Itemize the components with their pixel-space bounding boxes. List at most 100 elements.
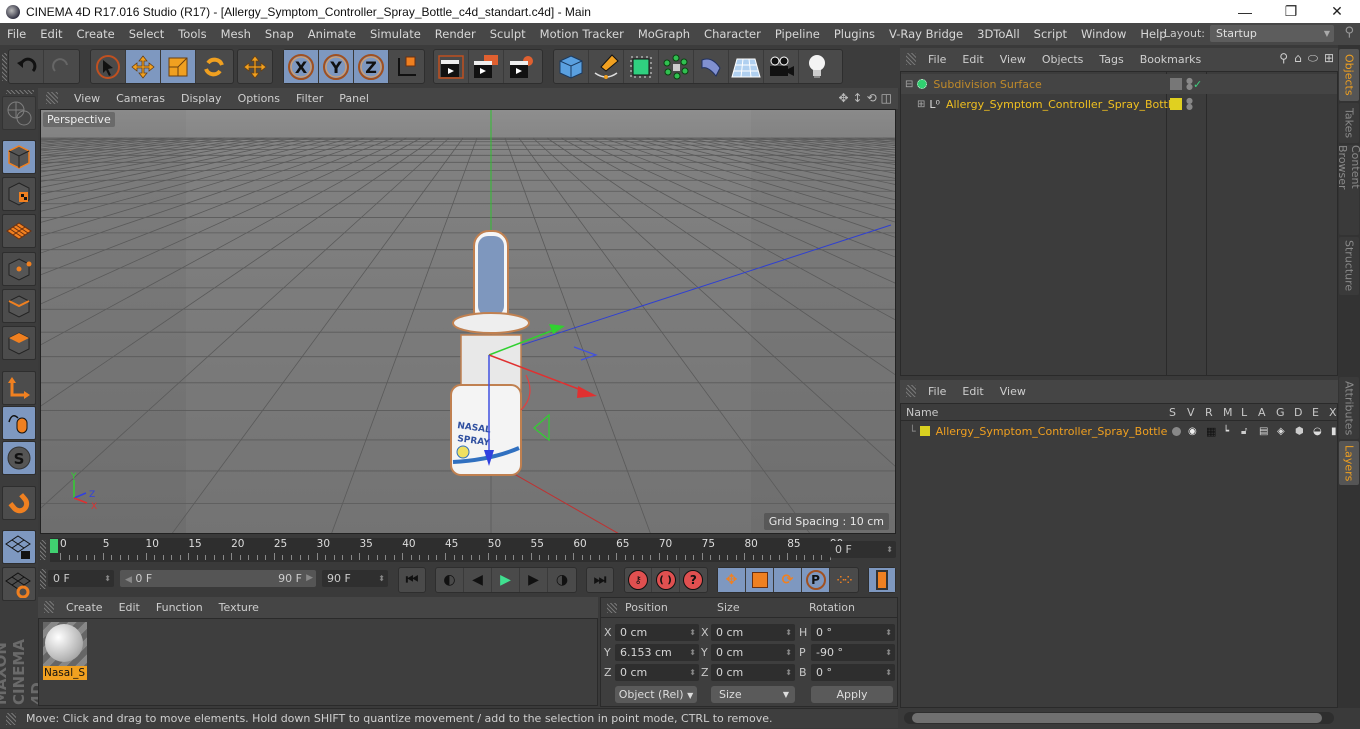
tab-attributes[interactable]: Attributes	[1339, 377, 1359, 439]
tab-content-browser[interactable]: Content Browser	[1336, 145, 1360, 235]
object-manager-grip[interactable]	[906, 53, 916, 65]
rotation-p-field[interactable]: -90 ° ⬍	[811, 644, 895, 661]
subdivision-icon[interactable]	[624, 50, 659, 83]
lock-workplane-icon[interactable]	[2, 530, 36, 564]
viewport-menu-view[interactable]: View	[66, 92, 108, 105]
menu-select[interactable]: Select	[122, 27, 171, 41]
key-scale-icon[interactable]	[746, 568, 774, 592]
zoom-view-icon[interactable]: ↕	[853, 91, 863, 105]
playback-grip[interactable]	[40, 569, 46, 589]
render-view-icon[interactable]	[434, 50, 469, 83]
playhead[interactable]	[50, 539, 58, 553]
toolbar-grip[interactable]	[2, 53, 7, 81]
objects-menu-objects[interactable]: Objects	[1034, 53, 1092, 66]
editor-render-toggle-icon[interactable]	[1170, 78, 1182, 90]
tweak-mode-icon[interactable]	[2, 406, 36, 440]
layer-horizontal-scrollbar[interactable]	[904, 712, 1334, 724]
column-xrefs[interactable]: X	[1329, 406, 1337, 419]
key-position-icon[interactable]: ✥	[718, 568, 746, 592]
model-mode-icon[interactable]	[2, 140, 36, 174]
layer-color-swatch[interactable]	[919, 426, 930, 436]
coordinate-system-icon[interactable]	[389, 50, 424, 83]
apply-button[interactable]: Apply	[811, 686, 893, 703]
home-icon[interactable]: ⌂	[1294, 51, 1302, 66]
viewport-menu-display[interactable]: Display	[173, 92, 230, 105]
goto-start-icon[interactable]: ⏮	[399, 568, 425, 592]
column-generators[interactable]: G	[1276, 406, 1285, 419]
light-icon[interactable]	[799, 50, 834, 83]
collapse-icon[interactable]: ⊟	[905, 79, 913, 90]
menu-character[interactable]: Character	[697, 27, 768, 41]
y-axis-icon[interactable]: Y	[319, 50, 354, 83]
magnet-icon[interactable]	[2, 486, 36, 520]
start-frame-field[interactable]: 0 F ⬍	[48, 570, 114, 587]
maximize-button[interactable]: ❐	[1268, 0, 1314, 23]
key-parameter-icon[interactable]: P	[802, 568, 830, 592]
position-z-field[interactable]: 0 cm ⬍	[615, 664, 699, 681]
object-row[interactable]: ⊟ Subdivision Surface ● ● ✓	[901, 74, 1337, 94]
menu-pipeline[interactable]: Pipeline	[768, 27, 827, 41]
workplane-mode-icon[interactable]	[2, 214, 36, 248]
material-menu-edit[interactable]: Edit	[111, 601, 148, 614]
menu-render[interactable]: Render	[428, 27, 483, 41]
objects-menu-tags[interactable]: Tags	[1091, 53, 1131, 66]
floor-icon[interactable]	[729, 50, 764, 83]
previous-frame-icon[interactable]: ◀	[464, 568, 492, 592]
timeline-ruler[interactable]: 051015202530354045505560657075808590	[50, 538, 843, 562]
enabled-check-icon[interactable]: ✓	[1193, 78, 1202, 91]
camera-label[interactable]: Perspective	[43, 112, 115, 127]
snap-icon[interactable]: S	[2, 441, 36, 475]
menu-motion-tracker[interactable]: Motion Tracker	[533, 27, 631, 41]
size-x-field[interactable]: 0 cm ⬍	[711, 624, 795, 641]
material-thumbnail[interactable]	[43, 622, 87, 666]
hide-icon[interactable]: ⬭	[1308, 51, 1318, 66]
live-selection-icon[interactable]	[91, 50, 126, 83]
new-view-icon[interactable]: ⊞	[1324, 51, 1334, 66]
render-clapper-icon[interactable]: ▦	[1206, 425, 1216, 438]
layout-dropdown[interactable]: Startup	[1210, 25, 1334, 42]
xrefs-icon[interactable]: ▮	[1331, 426, 1337, 437]
search-icon[interactable]: ⚲	[1344, 25, 1354, 40]
cube-icon[interactable]	[554, 50, 589, 83]
position-x-field[interactable]: 0 cm ⬍	[615, 624, 699, 641]
viewport-menu-cameras[interactable]: Cameras	[108, 92, 173, 105]
recent-tool-icon[interactable]	[238, 50, 272, 83]
material-grip[interactable]	[44, 601, 54, 613]
objects-menu-edit[interactable]: Edit	[954, 53, 991, 66]
position-y-field[interactable]: 6.153 cm ⬍	[615, 644, 699, 661]
polygons-mode-icon[interactable]	[2, 326, 36, 360]
material-menu-texture[interactable]: Texture	[211, 601, 267, 614]
record-key-icon[interactable]: ⚷	[625, 568, 653, 592]
search-icon[interactable]: ⚲	[1279, 51, 1288, 66]
object-name[interactable]: Subdivision Surface	[933, 78, 1041, 91]
layer-manager-grip[interactable]	[906, 385, 916, 397]
next-frame-icon[interactable]: ▶	[520, 568, 548, 592]
make-editable-icon[interactable]	[2, 96, 36, 130]
viewport-menu-filter[interactable]: Filter	[288, 92, 331, 105]
timeline-window-icon[interactable]	[869, 568, 895, 592]
visibility-dots-icon[interactable]: ● ●	[1186, 77, 1193, 91]
pen-icon[interactable]	[589, 50, 624, 83]
menu-simulate[interactable]: Simulate	[363, 27, 428, 41]
menu-mograph[interactable]: MoGraph	[631, 27, 697, 41]
current-frame-field[interactable]: 0 F ⬍	[830, 541, 896, 558]
column-solo[interactable]: S	[1169, 406, 1176, 419]
minimize-button[interactable]: —	[1222, 0, 1268, 23]
timeline-grip[interactable]	[40, 540, 46, 560]
scale-icon[interactable]	[161, 50, 196, 83]
cloner-icon[interactable]	[659, 50, 694, 83]
object-row[interactable]: ⊞ L⁰ Allergy_Symptom_Controller_Spray_Bo…	[901, 94, 1337, 114]
autokey-icon[interactable]: ( )	[652, 568, 680, 592]
rotate-view-icon[interactable]: ⟲	[867, 91, 877, 105]
deformers-icon[interactable]: ⬢	[1295, 426, 1304, 437]
edges-mode-icon[interactable]	[2, 289, 36, 323]
solo-icon[interactable]	[1172, 426, 1181, 436]
menu-sculpt[interactable]: Sculpt	[483, 27, 533, 41]
objects-menu-view[interactable]: View	[992, 53, 1034, 66]
menu-create[interactable]: Create	[70, 27, 122, 41]
column-manager[interactable]: M	[1223, 406, 1233, 419]
redo-icon[interactable]	[44, 50, 79, 83]
column-animation[interactable]: A	[1258, 406, 1266, 419]
animation-icon[interactable]: ▤	[1259, 426, 1268, 437]
coordinate-mode-dropdown[interactable]: Object (Rel) ▼	[615, 686, 697, 703]
